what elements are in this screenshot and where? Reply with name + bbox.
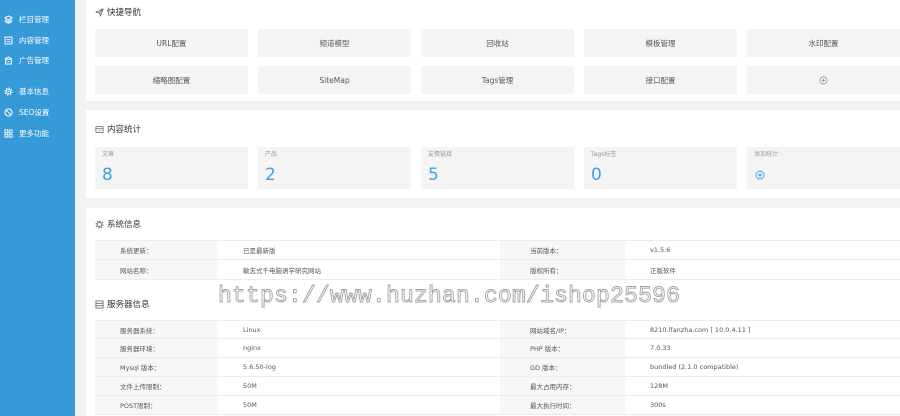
stat-card-products[interactable]: 产品 2 — [258, 147, 411, 189]
quick-nav-title: 快捷导航 — [95, 6, 141, 18]
plus-circle-icon — [819, 76, 828, 85]
table-row: 服务器环境： nginx PHP 版本： 7.0.33 — [95, 339, 900, 358]
quick-nav-template-manage[interactable]: 模板管理 — [584, 29, 737, 57]
stat-value: 5 — [428, 165, 439, 185]
system-info-title-text: 系统信息 — [107, 220, 142, 230]
stat-card-articles[interactable]: 文章 8 — [95, 147, 248, 189]
send-icon — [95, 7, 104, 17]
sidebar-item-basic-info[interactable]: 基本信息 — [0, 81, 75, 101]
table-row: POST限制： 50M 最大执行时间： 300s — [95, 396, 900, 415]
settings-icon — [95, 220, 104, 229]
stat-value: 2 — [265, 165, 276, 185]
quick-nav-grid: URL配置 频道模型 回收站 模板管理 水印配置 缩略图配置 SiteMap T… — [95, 29, 900, 94]
info-value: Linux — [243, 325, 261, 334]
content-stats-title: 内容统计 — [95, 123, 141, 135]
info-key: 服务器环境： — [95, 339, 218, 357]
sidebar-item-content[interactable]: 内容管理 — [0, 30, 75, 50]
info-value: 敏志式千电脑语学研究网站 — [243, 266, 321, 275]
quick-nav-recycle-bin[interactable]: 回收站 — [421, 29, 574, 57]
info-value: 已是最新版 — [243, 247, 276, 255]
server-info-title: 服务器信息 — [95, 298, 150, 310]
info-value: 正版软件 — [650, 266, 676, 275]
info-key: PHP 版本： — [500, 339, 625, 357]
info-value: 128M — [650, 382, 669, 390]
info-value: v1.5.6 — [650, 246, 671, 254]
sidebar-item-label: 栏目管理 — [19, 14, 49, 24]
info-value: 5.6.50-log — [243, 363, 276, 371]
sidebar: 栏目管理 内容管理 广告管理 基本信息 SEO设置 更多功能 — [0, 0, 75, 416]
stat-label: 友情链接 — [428, 151, 453, 158]
content-stats-panel: 内容统计 文章 8 产品 2 友情链接 5 Tags标签 0 添加统计 — [86, 110, 900, 198]
info-key: 版权所有： — [500, 260, 625, 279]
info-key: 文件上传限制： — [95, 377, 218, 395]
sidebar-item-label: SEO设置 — [19, 107, 50, 117]
table-row: 系统更新： 已是最新版 当前版本： v1.5.6 — [95, 240, 900, 260]
layers-icon — [3, 14, 13, 24]
info-value: 50M — [243, 382, 257, 390]
info-panel: 系统信息 系统更新： 已是最新版 当前版本： v1.5.6 网站名称： 敏志式千… — [86, 208, 900, 416]
quick-nav-channel-model[interactable]: 频道模型 — [258, 29, 411, 57]
sidebar-item-label: 广告管理 — [19, 55, 49, 65]
system-info-title: 系统信息 — [95, 218, 141, 230]
content-stats-title-text: 内容统计 — [107, 125, 142, 135]
server-info-title-text: 服务器信息 — [107, 300, 150, 310]
sidebar-item-more[interactable]: 更多功能 — [0, 123, 75, 143]
seo-icon — [3, 107, 13, 117]
grid-icon — [3, 128, 13, 138]
sidebar-item-ads[interactable]: 广告管理 — [0, 50, 75, 70]
quick-nav-api-config[interactable]: 接口配置 — [584, 66, 737, 94]
quick-nav-thumbnail-config[interactable]: 缩略图配置 — [95, 66, 248, 94]
stats-icon — [95, 125, 104, 134]
stat-card-tags[interactable]: Tags标签 0 — [584, 147, 737, 189]
stat-card-friend-links[interactable]: 友情链接 5 — [421, 147, 574, 189]
quick-nav-panel: 快捷导航 URL配置 频道模型 回收站 模板管理 水印配置 缩略图配置 Site… — [86, 0, 900, 101]
sidebar-item-label: 更多功能 — [19, 128, 49, 138]
stat-label: Tags标签 — [591, 151, 617, 158]
table-row: Mysql 版本： 5.6.50-log GD 版本： bundled (2.1… — [95, 358, 900, 377]
stat-value: 8 — [102, 165, 113, 185]
info-value: nginx — [243, 344, 262, 352]
table-row: 文件上传限制： 50M 最大占用内存： 128M — [95, 377, 900, 396]
quick-nav-sitemap[interactable]: SiteMap — [258, 66, 411, 94]
info-key: 当前版本： — [500, 241, 625, 259]
quick-nav-url-config[interactable]: URL配置 — [95, 29, 248, 57]
ad-icon — [3, 55, 13, 65]
add-stat-button[interactable]: 添加统计 — [747, 147, 900, 189]
info-key: POST限制： — [95, 396, 218, 414]
info-key: 最大占用内存： — [500, 377, 625, 395]
server-info-table: 服务器系统： Linux 网站域名/IP： 8210.lfanzha.com [… — [95, 320, 900, 415]
gear-icon — [3, 86, 13, 96]
info-value: 8210.lfanzha.com [ 10.0.4.11 ] — [650, 325, 751, 334]
system-info-table: 系统更新： 已是最新版 当前版本： v1.5.6 网站名称： 敏志式千电脑语学研… — [95, 240, 900, 280]
info-key: 最大执行时间： — [500, 396, 625, 414]
info-key: GD 版本： — [500, 358, 625, 376]
stats-grid: 文章 8 产品 2 友情链接 5 Tags标签 0 添加统计 — [95, 147, 900, 189]
stat-label: 产品 — [265, 151, 278, 158]
plus-circle-icon — [755, 170, 765, 180]
info-key: 系统更新： — [95, 241, 218, 259]
document-icon — [3, 35, 13, 45]
stat-label: 文章 — [102, 151, 115, 158]
info-key: 服务器系统： — [95, 321, 218, 338]
sidebar-item-columns[interactable]: 栏目管理 — [0, 9, 75, 29]
info-value: 50M — [243, 401, 257, 409]
info-value: 300s — [650, 401, 666, 409]
sidebar-item-label: 内容管理 — [19, 35, 49, 45]
table-row: 服务器系统： Linux 网站域名/IP： 8210.lfanzha.com [… — [95, 320, 900, 339]
info-key: 网站域名/IP： — [500, 321, 625, 338]
stat-value: 0 — [591, 165, 602, 185]
sidebar-item-seo[interactable]: SEO设置 — [0, 102, 75, 122]
server-icon — [95, 299, 104, 309]
sidebar-item-label: 基本信息 — [19, 86, 49, 96]
info-value: bundled (2.1.0 compatible) — [650, 363, 739, 371]
quick-nav-watermark-config[interactable]: 水印配置 — [747, 29, 900, 57]
info-key: Mysql 版本： — [95, 358, 218, 376]
add-quick-nav-button[interactable] — [747, 66, 900, 94]
add-stat-label: 添加统计 — [754, 151, 779, 158]
info-key: 网站名称： — [95, 260, 218, 279]
info-value: 7.0.33 — [650, 344, 671, 352]
table-row: 网站名称： 敏志式千电脑语学研究网站 版权所有： 正版软件 — [95, 260, 900, 280]
quick-nav-title-text: 快捷导航 — [107, 8, 142, 18]
quick-nav-tags-manage[interactable]: Tags管理 — [421, 66, 574, 94]
